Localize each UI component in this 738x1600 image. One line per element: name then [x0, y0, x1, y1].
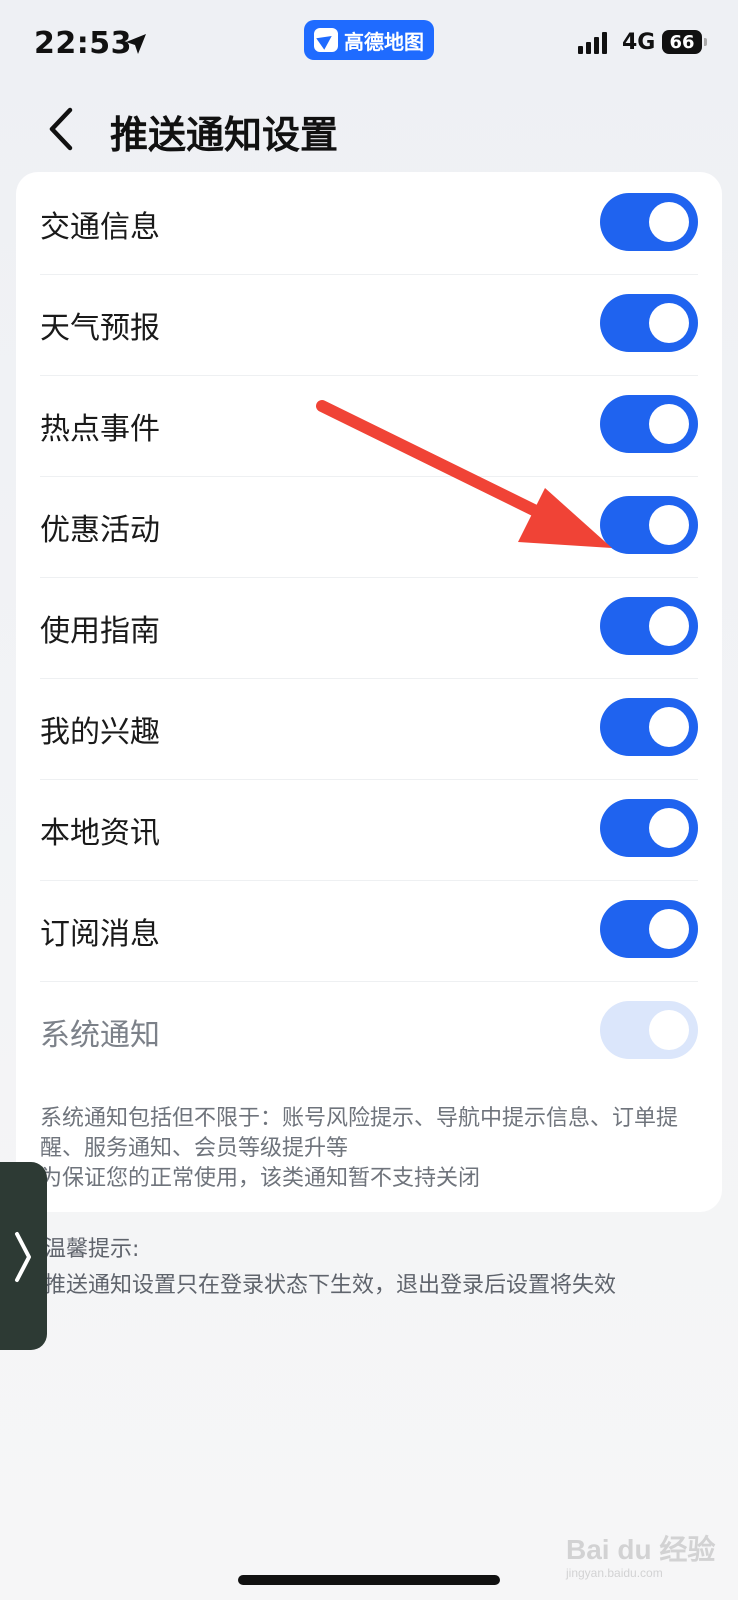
setting-row-subscriptions: 订阅消息: [40, 879, 698, 982]
setting-row-weather: 天气预报: [40, 273, 698, 376]
setting-label: 热点事件: [40, 412, 160, 447]
setting-label: 本地资讯: [40, 816, 160, 851]
home-indicator[interactable]: [238, 1575, 500, 1585]
battery-level: 66: [669, 31, 695, 53]
setting-label: 优惠活动: [40, 513, 160, 548]
setting-row-interests: 我的兴趣: [40, 677, 698, 780]
toggle-guide[interactable]: [600, 597, 698, 655]
tips-section: 温馨提示: 推送通知设置只在登录状态下生效，退出登录后设置将失效: [44, 1232, 724, 1304]
system-notification-note: 系统通知包括但不限于：账号风险提示、导航中提示信息、订单提醒、服务通知、会员等级…: [40, 1104, 700, 1194]
setting-label: 使用指南: [40, 614, 160, 649]
setting-row-guide: 使用指南: [40, 576, 698, 679]
status-bar: 22:53 高德地图 4G 66: [0, 0, 738, 90]
toggle-local-news[interactable]: [600, 799, 698, 857]
toggle-weather[interactable]: [600, 294, 698, 352]
note-line: 系统通知包括但不限于：账号风险提示、导航中提示信息、订单提醒、服务通知、会员等级…: [40, 1106, 679, 1161]
back-chevron-icon[interactable]: [44, 106, 80, 152]
side-expand-handle[interactable]: [0, 1162, 47, 1350]
status-time: 22:53: [34, 26, 132, 61]
setting-row-system: 系统通知: [40, 980, 698, 1083]
setting-row-local-news: 本地资讯: [40, 778, 698, 881]
toggle-knob: [649, 202, 689, 242]
note-line: 为保证您的正常使用，该类通知暂不支持关闭: [40, 1166, 481, 1191]
toggle-knob: [649, 505, 689, 545]
setting-label: 订阅消息: [40, 917, 160, 952]
toggle-knob: [649, 606, 689, 646]
setting-label: 天气预报: [40, 311, 160, 346]
toggle-knob: [649, 303, 689, 343]
toggle-knob: [649, 1010, 689, 1050]
toggle-interests[interactable]: [600, 698, 698, 756]
baidu-jingyan-watermark: Bai du 经验 jingyan.baidu.com: [566, 1528, 715, 1580]
page-title: 推送通知设置: [110, 113, 339, 157]
toggle-subscriptions[interactable]: [600, 900, 698, 958]
tips-body: 推送通知设置只在登录状态下生效，退出登录后设置将失效: [44, 1273, 617, 1298]
cellular-signal-icon: [578, 32, 607, 54]
back-to-app-badge[interactable]: 高德地图: [304, 20, 434, 60]
battery-icon: 66: [662, 30, 707, 54]
watermark-brand: Bai du 经验: [566, 1534, 716, 1565]
location-arrow-icon: [126, 34, 146, 54]
amap-logo-icon: [314, 28, 338, 52]
toggle-knob: [649, 808, 689, 848]
red-annotation-arrow-icon: [316, 400, 612, 548]
setting-label: 交通信息: [40, 210, 160, 245]
chevron-right-icon: [15, 1232, 31, 1282]
app-badge-label: 高德地图: [344, 29, 424, 54]
toggle-system-disabled: [600, 1001, 698, 1059]
toggle-knob: [649, 909, 689, 949]
watermark-url: jingyan.baidu.com: [566, 1566, 663, 1580]
settings-card: 交通信息 天气预报 热点事件 优惠活动 使用指南 我的兴趣 本地资讯 订阅消息: [16, 172, 722, 1212]
tips-heading: 温馨提示:: [44, 1237, 140, 1262]
setting-label: 系统通知: [40, 1018, 160, 1053]
toggle-traffic[interactable]: [600, 193, 698, 251]
toggle-knob: [649, 707, 689, 747]
setting-row-traffic: 交通信息: [40, 172, 698, 275]
toggle-knob: [649, 404, 689, 444]
setting-label: 我的兴趣: [40, 715, 160, 750]
network-type: 4G: [622, 30, 656, 55]
